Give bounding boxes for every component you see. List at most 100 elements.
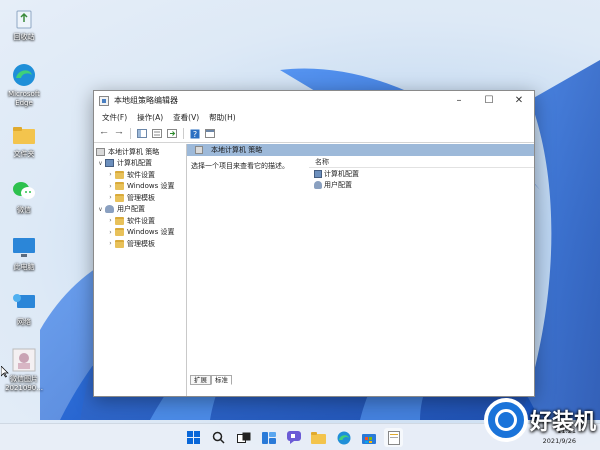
minimize-button[interactable]: – bbox=[444, 91, 474, 110]
properties-icon[interactable] bbox=[151, 128, 163, 140]
desktop-icon-recycle-bin[interactable]: 回收站 bbox=[2, 5, 46, 42]
tree-item-computer-config[interactable]: ∨ 计算机配置 bbox=[94, 158, 186, 170]
export-list-icon[interactable] bbox=[166, 128, 178, 140]
collapse-chevron-icon[interactable]: ∨ bbox=[96, 160, 105, 167]
folder-icon bbox=[115, 228, 124, 237]
tree-item-label: 软件设置 bbox=[127, 170, 155, 179]
tree-item-software-settings[interactable]: › 软件设置 bbox=[94, 215, 186, 227]
expand-chevron-icon[interactable]: › bbox=[106, 183, 115, 190]
menu-file[interactable]: 文件(F) bbox=[97, 112, 132, 123]
toolbar: 🠀 🠂 ? bbox=[94, 125, 534, 143]
details-header-title: 本地计算机 策略 bbox=[211, 146, 263, 154]
item-list: 名称 计算机配置 用户配置 bbox=[309, 156, 534, 202]
network-icon bbox=[11, 290, 37, 316]
recycle-bin-icon bbox=[11, 5, 37, 31]
expand-chevron-icon[interactable]: › bbox=[106, 171, 115, 178]
start-button[interactable] bbox=[184, 428, 203, 447]
widgets-icon bbox=[261, 431, 276, 444]
folder-icon bbox=[115, 182, 124, 191]
widgets-button[interactable] bbox=[259, 428, 278, 447]
search-icon bbox=[212, 431, 225, 444]
policy-icon bbox=[195, 146, 203, 154]
console-icon[interactable] bbox=[204, 128, 216, 140]
task-view-icon bbox=[236, 432, 250, 443]
view-tabs: 扩展 标准 bbox=[190, 375, 232, 385]
back-arrow-icon[interactable]: 🠀 bbox=[98, 128, 110, 140]
teams-chat-button[interactable] bbox=[284, 428, 303, 447]
maximize-button[interactable]: ☐ bbox=[474, 91, 504, 110]
folder-icon bbox=[115, 239, 124, 248]
tree-item-label: 软件设置 bbox=[127, 216, 155, 225]
desktop-icon-wechat[interactable]: 微信 bbox=[2, 178, 46, 215]
tree-item-label: 本地计算机 策略 bbox=[108, 147, 160, 156]
desktop-icon-folder[interactable]: 文件夹 bbox=[2, 122, 46, 159]
edge-icon bbox=[11, 62, 37, 88]
title-bar[interactable]: 本地组策略编辑器 – ☐ ✕ bbox=[94, 91, 534, 110]
show-hide-tree-icon[interactable] bbox=[136, 128, 148, 140]
tree-item-user-config[interactable]: ∨ 用户配置 bbox=[94, 204, 186, 216]
user-icon bbox=[314, 180, 322, 189]
desktop-icon-edge[interactable]: Microsoft Edge bbox=[2, 62, 46, 108]
tree-item-windows-settings[interactable]: › Windows 设置 bbox=[94, 227, 186, 239]
image-file-icon bbox=[11, 347, 37, 373]
expand-chevron-icon[interactable]: › bbox=[106, 194, 115, 201]
details-pane: 本地计算机 策略 选择一个项目来查看它的描述。 名称 计算机配置 用户配置 bbox=[187, 144, 534, 396]
desktop-icon-label: 回收站 bbox=[13, 33, 35, 41]
chat-icon bbox=[286, 431, 301, 444]
tree-item-software-settings[interactable]: › 软件设置 bbox=[94, 169, 186, 181]
desktop-icon-label: 此电脑 bbox=[13, 263, 35, 271]
tree-item-local-computer-policy[interactable]: 本地计算机 策略 bbox=[94, 146, 186, 158]
edge-icon bbox=[337, 431, 350, 444]
mouse-cursor-icon bbox=[1, 366, 9, 378]
list-item-label: 计算机配置 bbox=[324, 169, 359, 178]
menu-action[interactable]: 操作(A) bbox=[132, 112, 168, 123]
folder-icon bbox=[11, 122, 37, 148]
menu-bar: 文件(F) 操作(A) 查看(V) 帮助(H) bbox=[94, 110, 534, 125]
menu-view[interactable]: 查看(V) bbox=[168, 112, 204, 123]
windows-logo-icon bbox=[187, 431, 200, 444]
tree-item-admin-templates[interactable]: › 管理模板 bbox=[94, 238, 186, 250]
tab-extended[interactable]: 扩展 bbox=[190, 375, 211, 385]
description-text: 选择一个项目来查看它的描述。 bbox=[191, 162, 289, 170]
help-icon[interactable]: ? bbox=[189, 128, 201, 140]
expand-chevron-icon[interactable]: › bbox=[106, 217, 115, 224]
edge-taskbar-button[interactable] bbox=[334, 428, 353, 447]
tab-standard[interactable]: 标准 bbox=[211, 375, 232, 385]
folder-icon bbox=[115, 170, 124, 179]
desktop-icon-label: 文件夹 bbox=[13, 150, 35, 158]
close-button[interactable]: ✕ bbox=[504, 91, 534, 110]
watermark-text: 好装机 bbox=[529, 410, 596, 435]
tree-item-admin-templates[interactable]: › 管理模板 bbox=[94, 192, 186, 204]
task-view-button[interactable] bbox=[234, 428, 253, 447]
tree-item-label: 管理模板 bbox=[127, 193, 155, 202]
tree-pane: 本地计算机 策略 ∨ 计算机配置 › 软件设置 › Windows 设置 › 管… bbox=[94, 144, 187, 396]
file-explorer-button[interactable] bbox=[309, 428, 328, 447]
tree-item-label: Windows 设置 bbox=[127, 182, 175, 191]
tree-item-label: 管理模板 bbox=[127, 239, 155, 248]
menu-help[interactable]: 帮助(H) bbox=[204, 112, 241, 123]
file-explorer-icon bbox=[311, 431, 326, 444]
column-header-name[interactable]: 名称 bbox=[309, 156, 534, 168]
computer-icon bbox=[105, 159, 114, 168]
store-button[interactable] bbox=[359, 428, 378, 447]
policy-icon bbox=[96, 147, 105, 156]
group-policy-editor-window[interactable]: 本地组策略编辑器 – ☐ ✕ 文件(F) 操作(A) 查看(V) 帮助(H) 🠀… bbox=[93, 90, 535, 397]
taskbar-apps bbox=[184, 428, 403, 447]
list-item-user-config[interactable]: 用户配置 bbox=[309, 179, 534, 190]
list-item-computer-config[interactable]: 计算机配置 bbox=[309, 168, 534, 179]
desktop-icon-this-pc[interactable]: 此电脑 bbox=[2, 235, 46, 272]
collapse-chevron-icon[interactable]: ∨ bbox=[96, 206, 105, 213]
folder-icon bbox=[115, 216, 124, 225]
tree-item-windows-settings[interactable]: › Windows 设置 bbox=[94, 181, 186, 193]
expand-chevron-icon[interactable]: › bbox=[106, 229, 115, 236]
notepad-icon bbox=[387, 430, 400, 445]
expand-chevron-icon[interactable]: › bbox=[106, 240, 115, 247]
desktop-icon-network[interactable]: 网络 bbox=[2, 290, 46, 327]
search-button[interactable] bbox=[209, 428, 228, 447]
this-pc-icon bbox=[11, 235, 37, 261]
desktop-icon-label: 微信 bbox=[17, 206, 31, 214]
user-icon bbox=[105, 205, 114, 214]
forward-arrow-icon[interactable]: 🠂 bbox=[113, 128, 125, 140]
policy-editor-taskbar-button[interactable] bbox=[384, 428, 403, 447]
desktop-icon-label: 网络 bbox=[17, 318, 31, 326]
